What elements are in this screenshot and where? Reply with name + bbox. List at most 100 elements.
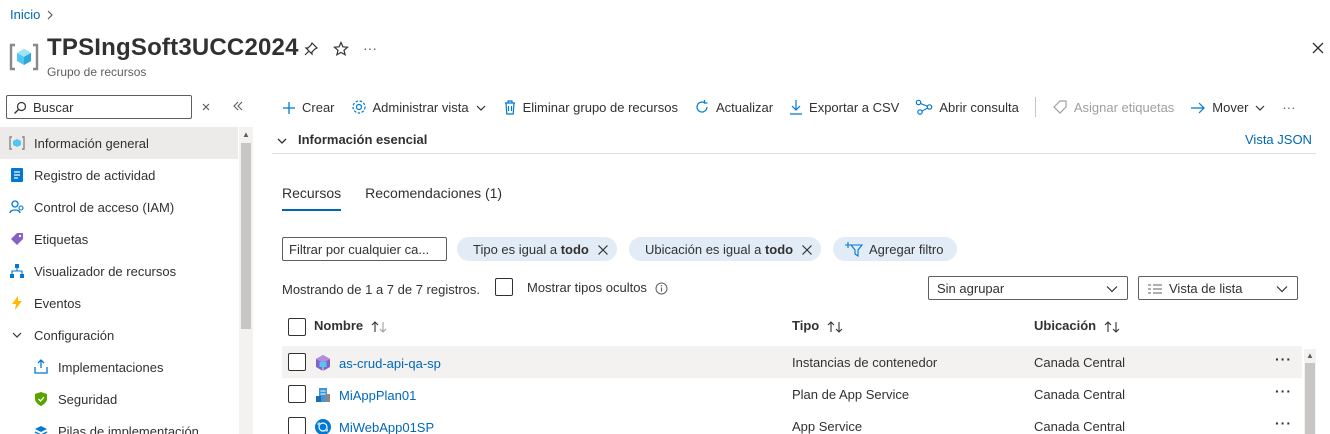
sidebar-item-events[interactable]: Eventos <box>0 287 238 319</box>
sidebar-item-configuration[interactable]: Configuración <box>0 319 238 351</box>
scroll-up-icon[interactable]: ▲ <box>1306 351 1314 360</box>
sidebar-item-deployments[interactable]: Implementaciones <box>0 351 238 383</box>
more-commands-button[interactable]: ··· <box>1282 100 1295 115</box>
view-mode-dropdown[interactable]: Vista de lista <box>1138 276 1298 300</box>
table-row[interactable]: MiWebApp01SP App Service Canada Central … <box>282 410 1302 434</box>
column-header-name[interactable]: Nombre <box>314 318 389 333</box>
visualizer-icon <box>9 263 25 279</box>
chevron-down-icon <box>9 327 25 343</box>
close-icon[interactable] <box>1308 38 1328 58</box>
filter-input[interactable] <box>289 241 439 257</box>
resource-name-link[interactable]: MiAppPlan01 <box>314 386 416 404</box>
info-icon[interactable] <box>655 279 668 295</box>
column-header-type[interactable]: Tipo <box>792 318 845 333</box>
sidebar-search-input[interactable] <box>33 99 183 115</box>
tag-icon <box>9 231 25 247</box>
tab-bar: Recursos Recomendaciones (1) <box>282 185 502 211</box>
scroll-up-icon[interactable]: ▲ <box>242 130 250 139</box>
resource-type: Instancias de contenedor <box>792 355 938 370</box>
export-csv-button[interactable]: Exportar a CSV <box>789 99 899 116</box>
location-filter-pill[interactable]: Ubicación es igual a todo <box>629 237 822 261</box>
assign-tags-button[interactable]: Asignar etiquetas <box>1052 99 1174 116</box>
create-label: Crear <box>302 99 335 115</box>
container-instance-icon <box>314 354 332 372</box>
row-checkbox[interactable] <box>288 385 306 403</box>
column-location-label: Ubicación <box>1034 318 1097 333</box>
sidebar-item-iam[interactable]: Control de acceso (IAM) <box>0 191 238 223</box>
open-query-button[interactable]: Abrir consulta <box>915 99 1019 116</box>
row-checkbox[interactable] <box>288 353 306 371</box>
row-checkbox[interactable] <box>288 417 306 434</box>
refresh-label: Actualizar <box>715 99 774 115</box>
type-filter-pill[interactable]: Tipo es igual a todo <box>457 237 617 261</box>
open-query-label: Abrir consulta <box>939 99 1019 115</box>
location-filter-value: todo <box>764 241 794 257</box>
record-count: Mostrando de 1 a 7 de 7 registros. <box>282 282 481 297</box>
resource-location: Canada Central <box>1034 419 1126 434</box>
sidebar-item-resource-visualizer[interactable]: Visualizador de recursos <box>0 255 238 287</box>
sidebar-nav: Información general Registro de activida… <box>0 127 238 434</box>
sort-icon <box>827 318 845 333</box>
show-hidden-types[interactable]: Mostrar tipos ocultos <box>495 278 668 296</box>
column-name-label: Nombre <box>314 318 364 333</box>
sidebar-item-label: Registro de actividad <box>34 167 156 183</box>
column-header-location[interactable]: Ubicación <box>1034 318 1122 333</box>
sidebar-item-deployment-stacks[interactable]: Pilas de implementación <box>0 415 238 434</box>
sort-icon <box>1104 318 1122 333</box>
gear-icon <box>351 99 367 116</box>
tab-resources[interactable]: Recursos <box>282 185 342 211</box>
grouping-dropdown[interactable]: Sin agrupar <box>928 276 1128 300</box>
resource-name-link[interactable]: as-crud-api-qa-sp <box>314 354 441 372</box>
search-icon <box>13 99 27 115</box>
table-row[interactable]: MiAppPlan01 Plan de App Service Canada C… <box>282 378 1302 410</box>
sidebar-scrollbar-thumb[interactable] <box>241 143 251 329</box>
sidebar-item-security[interactable]: Seguridad <box>0 383 238 415</box>
table-row[interactable]: as-crud-api-qa-sp Instancias de contened… <box>282 346 1302 378</box>
filter-box[interactable] <box>282 237 447 261</box>
close-icon[interactable] <box>597 242 609 257</box>
row-more-button[interactable]: ··· <box>1275 351 1292 367</box>
assign-tags-label: Asignar etiquetas <box>1073 99 1175 115</box>
add-filter-icon <box>845 241 863 258</box>
show-hidden-types-label: Mostrar tipos ocultos <box>527 279 647 295</box>
pin-icon[interactable] <box>303 40 319 57</box>
resource-type: App Service <box>792 419 863 434</box>
move-label: Mover <box>1212 99 1249 115</box>
sidebar-item-label: Implementaciones <box>58 359 164 375</box>
refresh-button[interactable]: Actualizar <box>694 99 773 116</box>
add-filter-label: Agregar filtro <box>869 241 944 257</box>
sidebar-item-activity-log[interactable]: Registro de actividad <box>0 159 238 191</box>
delete-resource-group-button[interactable]: Eliminar grupo de recursos <box>503 99 678 116</box>
sidebar-item-overview[interactable]: Información general <box>0 127 238 159</box>
table-scrollbar[interactable]: ▲ <box>1304 349 1316 434</box>
close-icon[interactable] <box>801 242 813 257</box>
sidebar-scrollbar[interactable]: ▲ <box>239 127 253 434</box>
more-options-icon[interactable]: ··· <box>363 40 377 56</box>
move-button[interactable]: Mover <box>1190 100 1266 115</box>
sidebar-item-label: Etiquetas <box>34 231 89 247</box>
show-hidden-types-checkbox[interactable] <box>495 278 513 296</box>
breadcrumb: Inicio <box>10 7 54 22</box>
select-all-checkbox[interactable] <box>288 318 306 336</box>
shield-icon <box>33 391 49 407</box>
create-button[interactable]: Crear <box>282 99 335 115</box>
page-title: TPSIngSoft3UCC2024 <box>47 34 299 61</box>
sidebar-search[interactable] <box>6 95 192 119</box>
favorite-star-icon[interactable] <box>333 40 349 57</box>
row-more-button[interactable]: ··· <box>1275 383 1292 399</box>
table-scrollbar-thumb[interactable] <box>1305 363 1315 434</box>
sidebar-item-tags[interactable]: Etiquetas <box>0 223 238 255</box>
trash-icon <box>503 99 517 116</box>
tag-icon <box>1052 99 1068 116</box>
json-view-link[interactable]: Vista JSON <box>1245 132 1312 147</box>
row-more-button[interactable]: ··· <box>1275 415 1292 431</box>
tab-recommendations[interactable]: Recomendaciones (1) <box>365 185 502 211</box>
resource-name-link[interactable]: MiWebApp01SP <box>314 418 434 434</box>
breadcrumb-home-link[interactable]: Inicio <box>10 7 40 22</box>
manage-view-button[interactable]: Administrar vista <box>351 99 487 116</box>
clear-search-icon[interactable] <box>201 98 211 113</box>
essentials-toggle[interactable]: Información esencial <box>276 132 427 147</box>
resource-name: MiWebApp01SP <box>339 419 435 434</box>
add-filter-button[interactable]: Agregar filtro <box>833 237 958 261</box>
collapse-sidebar-icon[interactable] <box>232 97 244 113</box>
